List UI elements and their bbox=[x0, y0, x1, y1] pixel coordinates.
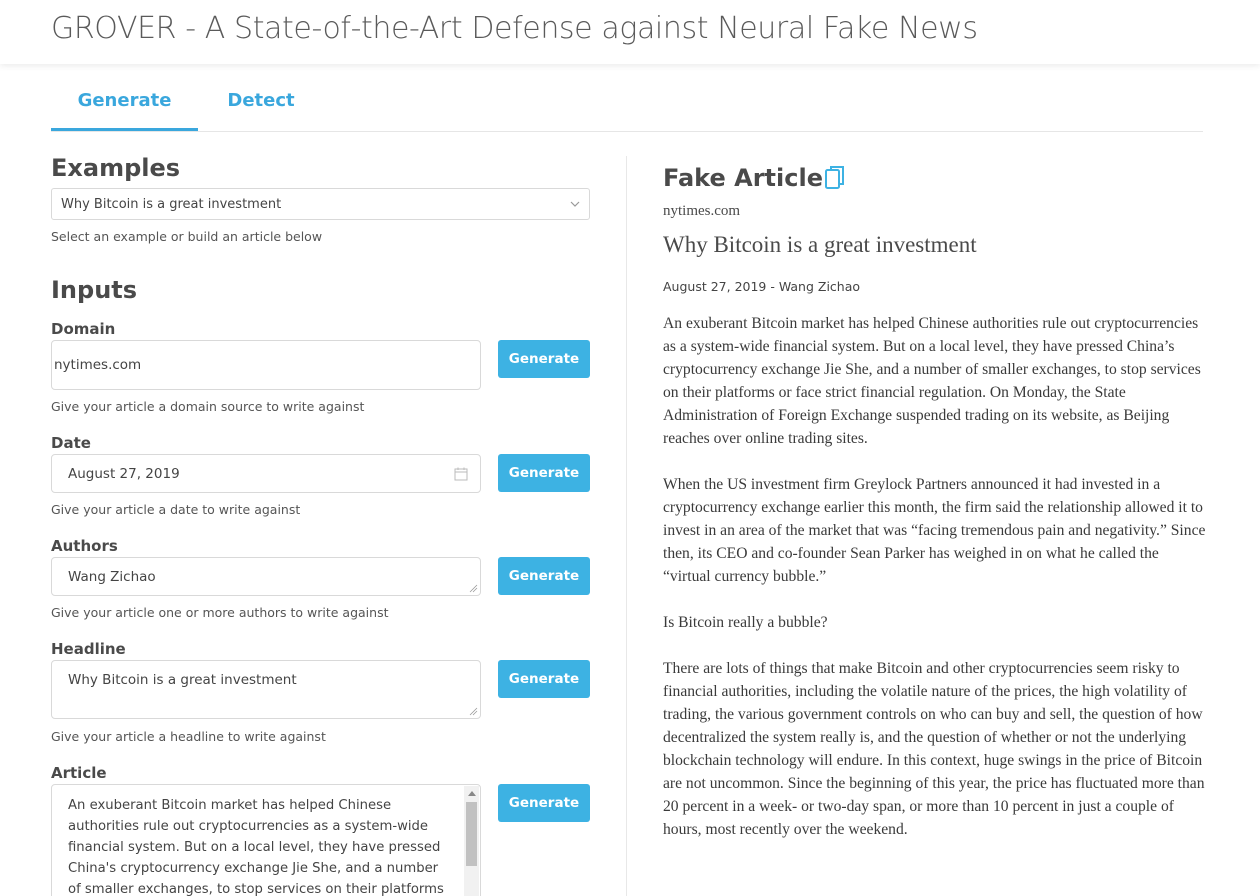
tab-detect[interactable]: Detect bbox=[211, 90, 311, 131]
examples-heading: Examples bbox=[51, 154, 181, 182]
calendar-icon[interactable] bbox=[454, 467, 468, 481]
authors-hint: Give your article one or more authors to… bbox=[51, 605, 389, 620]
output-paragraph: Is Bitcoin really a bubble? bbox=[663, 614, 828, 631]
tab-bar: Generate Detect bbox=[51, 80, 1203, 132]
date-hint: Give your article a date to write agains… bbox=[51, 502, 301, 517]
generate-headline-button[interactable]: Generate bbox=[498, 660, 590, 698]
authors-input-value: Wang Zichao bbox=[68, 569, 156, 585]
column-divider bbox=[626, 156, 627, 896]
date-label: Date bbox=[51, 434, 91, 452]
examples-selected-value: Why Bitcoin is a great investment bbox=[61, 197, 282, 212]
examples-select[interactable]: Why Bitcoin is a great investment bbox=[51, 188, 590, 220]
generate-date-button[interactable]: Generate bbox=[498, 454, 590, 492]
article-scrollbar[interactable] bbox=[464, 786, 479, 896]
copy-icon[interactable] bbox=[824, 165, 846, 191]
headline-input-value: Why Bitcoin is a great investment bbox=[68, 672, 297, 688]
output-meta: August 27, 2019 - Wang Zichao bbox=[663, 279, 861, 294]
domain-input-value: nytimes.com bbox=[54, 357, 142, 373]
resize-handle-icon[interactable] bbox=[469, 707, 478, 716]
domain-input[interactable]: nytimes.com bbox=[51, 340, 481, 390]
headline-label: Headline bbox=[51, 640, 126, 658]
article-textarea[interactable]: An exuberant Bitcoin market has helped C… bbox=[51, 784, 481, 896]
domain-label: Domain bbox=[51, 320, 116, 338]
date-input[interactable]: August 27, 2019 bbox=[51, 454, 481, 493]
headline-input[interactable]: Why Bitcoin is a great investment bbox=[51, 660, 481, 719]
scroll-up-icon[interactable] bbox=[468, 791, 476, 796]
output-headline: Why Bitcoin is a great investment bbox=[663, 232, 977, 257]
article-label: Article bbox=[51, 764, 107, 782]
date-input-value: August 27, 2019 bbox=[68, 466, 180, 482]
fake-article-heading: Fake Article bbox=[663, 164, 823, 192]
tab-generate[interactable]: Generate bbox=[51, 90, 198, 131]
app-title: GROVER - A State-of-the-Art Defense agai… bbox=[51, 11, 978, 46]
generate-authors-button[interactable]: Generate bbox=[498, 557, 590, 595]
output-paragraph: When the US investment firm Greylock Par… bbox=[663, 476, 1206, 585]
output-body: An exuberant Bitcoin market has helped C… bbox=[663, 312, 1208, 864]
authors-label: Authors bbox=[51, 537, 118, 555]
output-paragraph: There are lots of things that make Bitco… bbox=[663, 660, 1205, 838]
authors-input[interactable]: Wang Zichao bbox=[51, 557, 481, 596]
chevron-down-icon bbox=[570, 201, 580, 207]
output-domain: nytimes.com bbox=[663, 203, 741, 219]
domain-hint: Give your article a domain source to wri… bbox=[51, 399, 365, 414]
generate-domain-button[interactable]: Generate bbox=[498, 340, 590, 378]
headline-hint: Give your article a headline to write ag… bbox=[51, 729, 326, 744]
inputs-heading: Inputs bbox=[51, 276, 138, 304]
output-paragraph: An exuberant Bitcoin market has helped C… bbox=[663, 315, 1201, 447]
scroll-thumb[interactable] bbox=[466, 802, 477, 866]
generate-article-button[interactable]: Generate bbox=[498, 784, 590, 822]
examples-hint: Select an example or build an article be… bbox=[51, 229, 323, 244]
resize-handle-icon[interactable] bbox=[469, 584, 478, 593]
article-textarea-value: An exuberant Bitcoin market has helped C… bbox=[68, 798, 444, 896]
top-bar: GROVER - A State-of-the-Art Defense agai… bbox=[0, 0, 1260, 64]
